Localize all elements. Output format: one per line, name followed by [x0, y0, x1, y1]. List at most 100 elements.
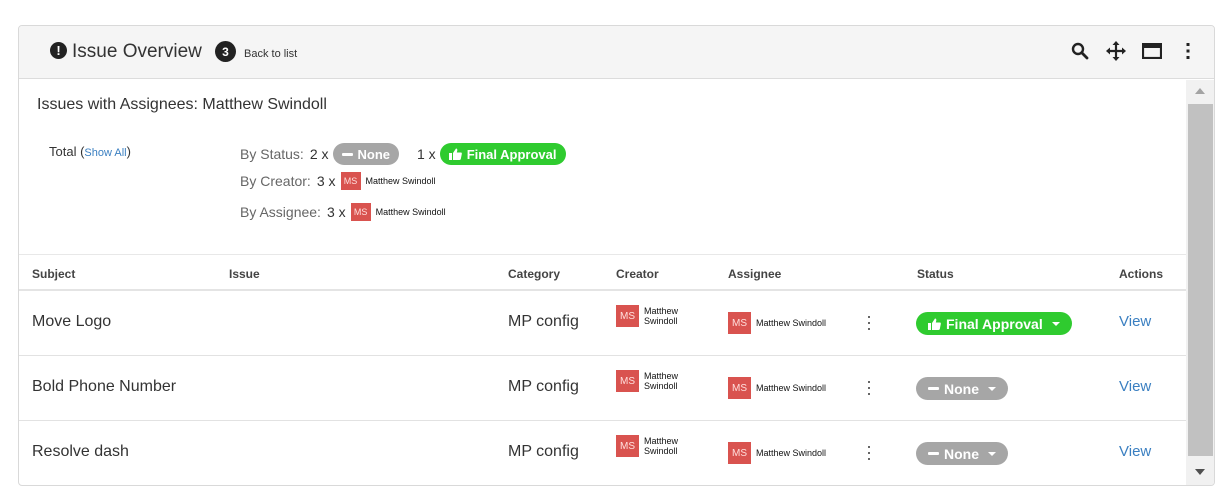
assignee-name: Matthew Swindoll — [756, 383, 827, 393]
column-header-issue[interactable]: Issue — [229, 267, 260, 281]
avatar: MS — [616, 305, 639, 327]
table-row: Move Logo MP config MS Matthew Swindoll M… — [19, 291, 1187, 356]
avatar: MS — [728, 377, 751, 399]
table-row: Resolve dash MP config MS Matthew Swindol… — [19, 421, 1187, 485]
page-title: Issue Overview — [72, 41, 202, 62]
status-dropdown[interactable]: Final Approval — [916, 312, 1072, 335]
status-label: None — [944, 445, 979, 462]
avatar: MS — [350, 203, 371, 221]
by-creator-row: By Creator: 3 x MS Matthew Swindoll — [240, 172, 436, 190]
show-all-link[interactable]: Show All — [84, 147, 126, 159]
panel-header: ! Issue Overview 3 Back to list — [19, 26, 1214, 79]
issue-count-badge: 3 — [215, 41, 236, 62]
row-creator: MS Matthew Swindoll — [616, 435, 678, 457]
chevron-down-icon — [1051, 321, 1060, 326]
view-link[interactable]: View — [1119, 313, 1151, 330]
scrollbar-thumb[interactable] — [1188, 104, 1213, 456]
status-final-approval-badge: Final Approval — [439, 143, 566, 165]
issue-overview-panel: ! Issue Overview 3 Back to list Issues w… — [18, 25, 1215, 486]
by-assignee-row: By Assignee: 3 x MS Matthew Swindoll — [240, 203, 446, 221]
assignee-name: Matthew Swindoll — [756, 318, 827, 328]
avatar: MS — [616, 435, 639, 457]
scroll-up-arrow-icon[interactable] — [1195, 88, 1205, 94]
minus-icon — [341, 152, 353, 156]
column-header-category[interactable]: Category — [508, 267, 560, 281]
avatar: MS — [340, 172, 361, 190]
window-icon[interactable] — [1142, 40, 1162, 62]
status-dropdown[interactable]: None — [916, 442, 1008, 465]
avatar: MS — [728, 312, 751, 334]
minus-icon — [928, 452, 939, 455]
chevron-down-icon — [988, 386, 996, 391]
row-assignee: MS Matthew Swindoll — [728, 442, 826, 464]
creator-last-name: Swindoll — [644, 316, 678, 326]
by-assignee-count: 3 x — [326, 204, 346, 220]
creator-name: Matthew Swindoll — [644, 306, 678, 326]
assignee-menu-icon[interactable] — [865, 379, 873, 397]
thumbs-up-icon — [448, 148, 462, 160]
table-row: Bold Phone Number MP config MS Matthew Sw… — [19, 356, 1187, 421]
status-final-count: 1 x — [417, 146, 436, 162]
chevron-down-icon — [988, 451, 996, 456]
status-label: None — [944, 380, 979, 397]
status-dropdown[interactable]: None — [916, 377, 1008, 400]
thumbs-up-icon — [928, 318, 941, 330]
status-none-label: None — [357, 146, 391, 162]
table-header: Subject Issue Category Creator Assignee … — [19, 254, 1187, 291]
by-creator-label: By Creator: — [240, 173, 311, 189]
by-assignee-label: By Assignee: — [240, 204, 321, 220]
issues-table: Subject Issue Category Creator Assignee … — [19, 254, 1187, 485]
vertical-scrollbar[interactable] — [1186, 80, 1214, 485]
status-none-count: 2 x — [309, 146, 329, 162]
back-to-list-link[interactable]: Back to list — [244, 48, 297, 60]
minus-icon — [928, 387, 939, 390]
summary-title: Issues with Assignees: Matthew Swindoll — [37, 96, 327, 113]
row-assignee: MS Matthew Swindoll — [728, 312, 826, 334]
exclamation-circle-icon: ! — [50, 42, 67, 59]
creator-name: Matthew Swindoll — [365, 176, 436, 186]
scroll-down-arrow-icon[interactable] — [1195, 469, 1205, 475]
status-none-badge: None — [332, 143, 399, 165]
row-subject: Bold Phone Number — [32, 378, 177, 395]
status-label: Final Approval — [946, 315, 1043, 332]
column-header-subject[interactable]: Subject — [32, 267, 75, 281]
assignee-name: Matthew Swindoll — [375, 207, 446, 217]
status-badge[interactable]: None — [916, 442, 1008, 465]
row-assignee: MS Matthew Swindoll — [728, 377, 826, 399]
by-status-label: By Status: — [240, 146, 304, 162]
creator-first-name: Matthew — [644, 306, 679, 316]
creator-name: Matthew Swindoll — [644, 436, 678, 456]
total-text: Total — [49, 144, 77, 159]
assignee-menu-icon[interactable] — [865, 314, 873, 332]
total-label: Total (Show All) — [49, 144, 131, 159]
summary-section: Issues with Assignees: Matthew Swindoll … — [19, 80, 1187, 254]
column-header-creator[interactable]: Creator — [616, 267, 659, 281]
creator-last-name: Swindoll — [644, 446, 678, 456]
by-status-row: By Status: 2 x None 1 x Final Approval — [240, 143, 566, 165]
move-icon[interactable] — [1106, 40, 1126, 62]
search-icon[interactable] — [1070, 40, 1090, 62]
column-header-actions: Actions — [1119, 267, 1164, 281]
row-category: MP config — [508, 313, 579, 330]
column-header-assignee[interactable]: Assignee — [728, 267, 781, 281]
avatar: MS — [728, 442, 751, 464]
creator-first-name: Matthew — [644, 436, 679, 446]
more-vert-icon[interactable] — [1178, 40, 1198, 62]
row-creator: MS Matthew Swindoll — [616, 305, 678, 327]
by-creator-count: 3 x — [316, 173, 336, 189]
status-badge[interactable]: None — [916, 377, 1008, 400]
status-badge[interactable]: Final Approval — [916, 312, 1072, 335]
header-toolbar — [1070, 40, 1198, 62]
avatar: MS — [616, 370, 639, 392]
row-creator: MS Matthew Swindoll — [616, 370, 678, 392]
status-final-label: Final Approval — [466, 146, 557, 162]
creator-last-name: Swindoll — [644, 381, 678, 391]
row-subject: Move Logo — [32, 313, 112, 330]
assignee-menu-icon[interactable] — [865, 444, 873, 462]
view-link[interactable]: View — [1119, 443, 1151, 460]
column-header-status[interactable]: Status — [917, 267, 954, 281]
creator-name: Matthew Swindoll — [644, 371, 678, 391]
creator-first-name: Matthew — [644, 371, 679, 381]
view-link[interactable]: View — [1119, 378, 1151, 395]
row-category: MP config — [508, 443, 579, 460]
